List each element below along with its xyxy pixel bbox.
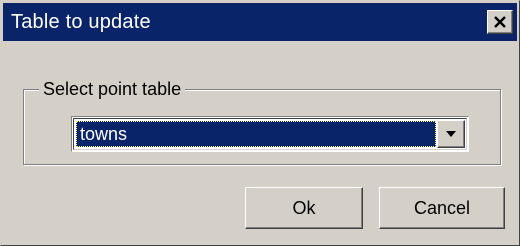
table-to-update-dialog: Table to update Select point table towns… (0, 0, 520, 246)
dropdown-field: towns (73, 118, 467, 150)
close-icon (494, 16, 506, 28)
group-label: Select point table (39, 78, 186, 100)
point-table-dropdown[interactable]: towns (71, 116, 469, 152)
dropdown-selected-value[interactable]: towns (76, 121, 436, 147)
dropdown-arrow-button[interactable] (437, 120, 465, 148)
ok-button[interactable]: Ok (245, 187, 363, 229)
window-title: Table to update (11, 10, 151, 33)
title-bar[interactable]: Table to update (3, 3, 517, 41)
cancel-button[interactable]: Cancel (379, 187, 505, 229)
close-button[interactable] (487, 10, 513, 34)
dropdown-arrow-icon (446, 130, 456, 137)
